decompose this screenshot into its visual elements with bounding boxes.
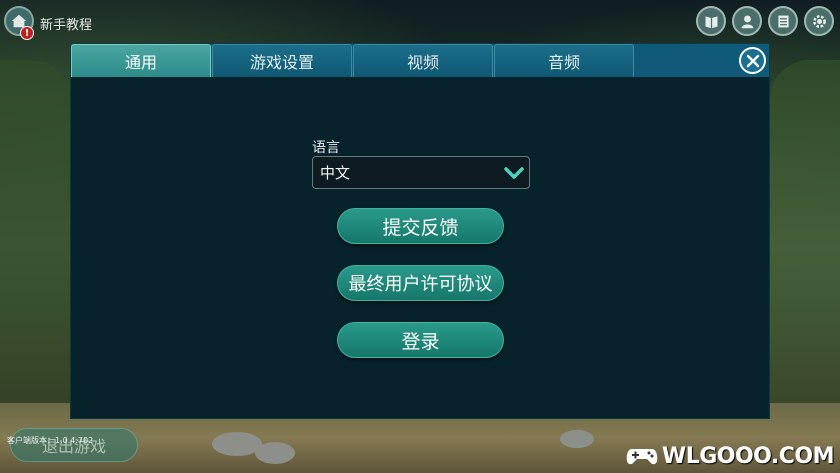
tree-left: [0, 60, 70, 430]
language-label: 语言: [312, 140, 340, 156]
profile-icon[interactable]: [732, 6, 762, 36]
tab-game-settings[interactable]: 游戏设置: [212, 44, 352, 77]
submit-feedback-button[interactable]: 提交反馈: [337, 208, 504, 244]
settings-dialog: 通用 游戏设置 视频 音频 语言 中文 提交反馈 最终用户许可协议 登录: [70, 43, 770, 419]
tutorial-title[interactable]: 新手教程: [40, 14, 92, 33]
tree-right: [770, 60, 840, 440]
settings-gear-icon[interactable]: [804, 6, 834, 36]
rock: [560, 430, 594, 448]
watermark-text: WLGOOO.COM: [661, 443, 835, 469]
chevron-down-icon: [504, 167, 524, 179]
book-icon[interactable]: [696, 6, 726, 36]
settings-tabbar: 通用 游戏设置 视频 音频: [71, 44, 769, 77]
client-version: 客户端版本：1.0.4.702: [7, 436, 94, 445]
language-selected-value: 中文: [320, 164, 351, 182]
login-button[interactable]: 登录: [337, 322, 504, 358]
list-icon[interactable]: [768, 6, 798, 36]
tab-general[interactable]: 通用: [71, 44, 211, 77]
language-select[interactable]: 中文: [312, 156, 530, 189]
rock: [255, 442, 295, 464]
close-button[interactable]: [739, 47, 766, 74]
tab-video[interactable]: 视频: [353, 44, 493, 77]
close-icon: [746, 54, 759, 67]
alert-badge: !: [20, 26, 34, 40]
tab-audio[interactable]: 音频: [494, 44, 634, 77]
top-icon-group: [696, 6, 834, 36]
eula-button[interactable]: 最终用户许可协议: [337, 265, 504, 301]
gamepad-logo-icon: [626, 449, 658, 465]
watermark: WLGOOO.COM: [626, 443, 835, 469]
